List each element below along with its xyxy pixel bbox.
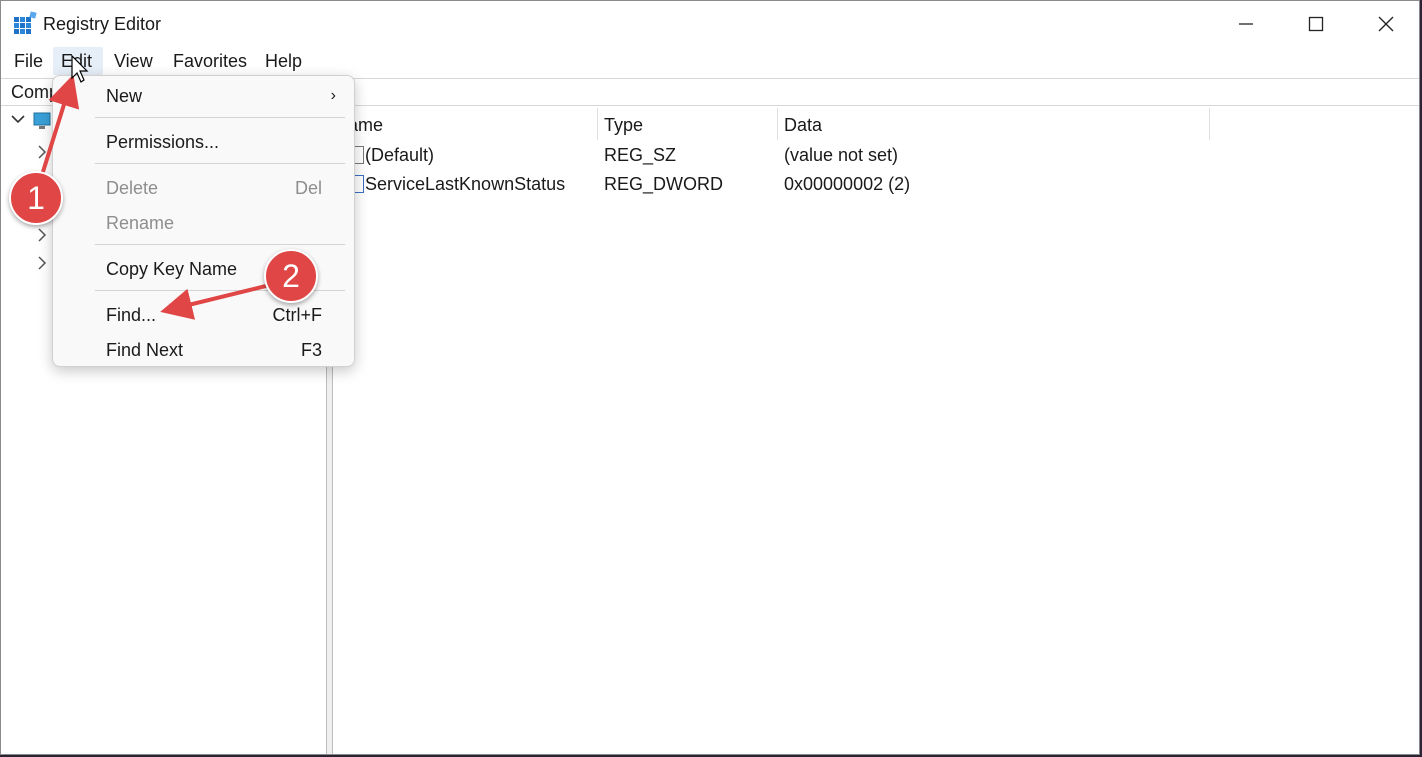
- chevron-right-icon: ›: [330, 87, 336, 104]
- menu-edit[interactable]: Edit: [53, 47, 103, 75]
- value-data: (value not set): [784, 145, 899, 165]
- table-row[interactable]: (Default) REG_SZ (value not set): [334, 141, 1419, 170]
- menu-item-find[interactable]: Find... Ctrl+F: [53, 298, 354, 332]
- edit-menu-dropdown: New › Permissions... Delete Del Rename C…: [52, 75, 355, 367]
- column-header-type[interactable]: Type: [598, 108, 778, 140]
- title-bar: Registry Editor: [1, 1, 1419, 47]
- menu-divider: [95, 163, 345, 164]
- value-data: 0x00000002 (2): [784, 174, 911, 194]
- maximize-icon: [1308, 16, 1324, 32]
- menu-favorites[interactable]: Favorites: [165, 47, 255, 75]
- value-type: REG_SZ: [604, 145, 677, 165]
- menu-item-delete: Delete Del: [106, 178, 322, 198]
- computer-icon: [33, 112, 51, 129]
- chevron-right-icon[interactable]: [37, 256, 47, 273]
- menu-divider: [95, 244, 345, 245]
- chevron-down-icon[interactable]: [11, 112, 25, 128]
- menu-divider: [95, 117, 345, 118]
- values-list-pane: ame Type Data (Default) REG_SZ (value no…: [334, 108, 1419, 754]
- table-row[interactable]: ServiceLastKnownStatus REG_DWORD 0x00000…: [334, 170, 1419, 199]
- value-name: ServiceLastKnownStatus: [365, 174, 566, 194]
- menu-view[interactable]: View: [106, 47, 161, 75]
- menu-item-rename: Rename: [106, 213, 175, 233]
- step-1-badge: 1: [9, 171, 63, 225]
- minimize-icon: [1239, 23, 1253, 25]
- window-title: Registry Editor: [43, 14, 162, 34]
- value-type: REG_DWORD: [604, 174, 724, 194]
- chevron-right-icon[interactable]: [37, 228, 47, 245]
- minimize-button[interactable]: [1211, 1, 1281, 47]
- close-button[interactable]: [1351, 1, 1419, 47]
- menu-item-find-next[interactable]: Find Next F3: [53, 333, 354, 367]
- menu-item-new[interactable]: New ›: [53, 79, 354, 113]
- menu-item-permissions[interactable]: Permissions...: [53, 125, 354, 159]
- step-2-badge: 2: [264, 249, 318, 303]
- menu-file[interactable]: File: [6, 47, 51, 75]
- column-header-name[interactable]: ame: [342, 108, 598, 140]
- close-icon: [1378, 16, 1394, 32]
- value-name: (Default): [365, 145, 435, 165]
- column-header-data[interactable]: Data: [778, 108, 1210, 140]
- registry-icon: [14, 11, 37, 34]
- menu-help[interactable]: Help: [257, 47, 310, 75]
- menu-bar: File Edit View Favorites Help: [1, 47, 1419, 75]
- maximize-button[interactable]: [1281, 1, 1351, 47]
- chevron-right-icon[interactable]: [37, 145, 47, 162]
